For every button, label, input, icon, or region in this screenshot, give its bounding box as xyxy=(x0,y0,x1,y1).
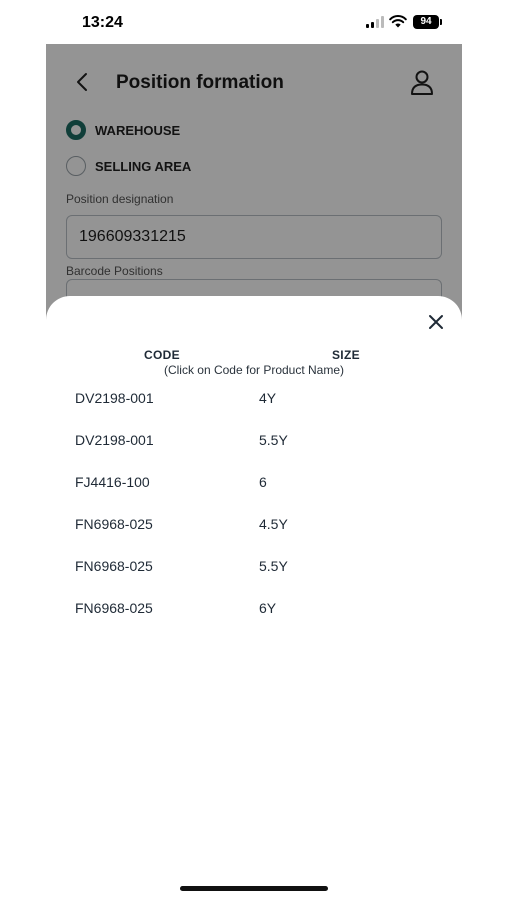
table-row: FJ4416-100 6 xyxy=(46,467,462,497)
product-code-link[interactable]: FN6968-025 xyxy=(75,516,153,532)
battery-cap xyxy=(440,19,442,25)
product-size: 6 xyxy=(259,474,267,490)
product-code-link[interactable]: DV2198-001 xyxy=(75,390,154,406)
table-row: DV2198-001 4Y xyxy=(46,383,462,413)
size-column-header: SIZE xyxy=(332,348,360,362)
product-size: 5.5Y xyxy=(259,558,288,574)
table-row: FN6968-025 6Y xyxy=(46,593,462,623)
table-row: FN6968-025 5.5Y xyxy=(46,551,462,581)
code-column-header: CODE xyxy=(144,348,180,362)
signal-icon xyxy=(366,16,384,28)
product-code-link[interactable]: FJ4416-100 xyxy=(75,474,150,490)
code-hint: (Click on Code for Product Name) xyxy=(163,363,345,377)
product-code-link[interactable]: FN6968-025 xyxy=(75,558,153,574)
product-list-sheet: CODE SIZE (Click on Code for Product Nam… xyxy=(46,296,462,866)
status-time: 13:24 xyxy=(82,14,123,31)
status-bar: 13:24 94 xyxy=(0,0,507,44)
table-row: FN6968-025 4.5Y xyxy=(46,509,462,539)
battery-icon: 94 xyxy=(413,15,439,29)
product-size: 6Y xyxy=(259,600,277,616)
close-icon[interactable] xyxy=(426,312,446,332)
product-code-link[interactable]: DV2198-001 xyxy=(75,432,154,448)
home-indicator[interactable] xyxy=(180,886,328,891)
wifi-icon xyxy=(389,15,407,28)
product-code-link[interactable]: FN6968-025 xyxy=(75,600,153,616)
product-size: 5.5Y xyxy=(259,432,288,448)
table-row: DV2198-001 5.5Y xyxy=(46,425,462,455)
product-size: 4.5Y xyxy=(259,516,288,532)
product-size: 4Y xyxy=(259,390,277,406)
